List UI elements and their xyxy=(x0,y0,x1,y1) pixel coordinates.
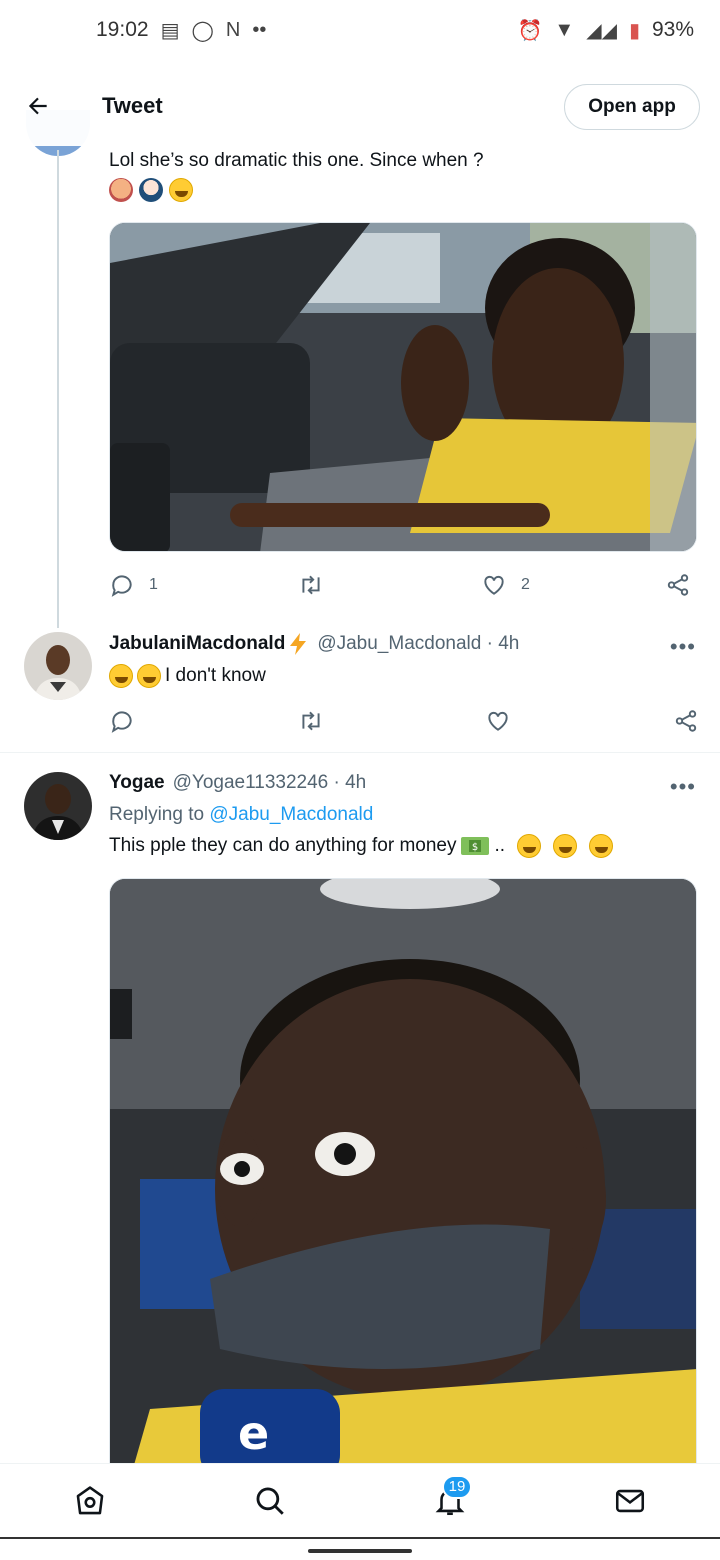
share-action[interactable] xyxy=(665,572,691,598)
avatar[interactable] xyxy=(24,772,92,840)
nav-search[interactable] xyxy=(240,1471,300,1531)
whatsapp-icon: ◯ xyxy=(191,19,214,42)
share-icon xyxy=(675,710,697,732)
like-count: 2 xyxy=(521,576,530,593)
battery-icon: ▮ xyxy=(628,19,640,42)
reply-action[interactable]: 1 xyxy=(109,572,297,598)
header: Tweet Open app xyxy=(0,66,720,146)
divider xyxy=(0,752,720,753)
tears-of-joy-emoji-icon xyxy=(109,664,133,688)
text-suffix: .. xyxy=(494,835,506,856)
home-indicator[interactable] xyxy=(0,1537,720,1560)
user-name[interactable]: Yogae xyxy=(109,772,165,794)
user-handle[interactable]: @Yogae11332246 · 4h xyxy=(173,772,367,794)
retweet-icon xyxy=(302,711,320,731)
like-icon xyxy=(484,575,504,595)
nav-notifications[interactable]: 19 xyxy=(420,1471,480,1531)
svg-text:$: $ xyxy=(472,842,478,853)
avatar[interactable] xyxy=(24,632,92,700)
svg-text:e: e xyxy=(238,1406,269,1460)
man-emoji-icon xyxy=(139,178,163,202)
grinning-emoji-icon xyxy=(553,834,578,858)
lightning-emoji-icon xyxy=(290,633,307,655)
tweet-text: Lol she’s so dramatic this one. Since wh… xyxy=(109,150,484,171)
nav-home[interactable] xyxy=(60,1471,120,1531)
wifi-icon: ▼ xyxy=(554,18,575,41)
reply1-actions xyxy=(109,706,699,736)
person-emoji-icon xyxy=(109,178,133,202)
more-notifications-icon: •• xyxy=(252,18,267,41)
user-handle[interactable]: @Jabu_Macdonald · 4h xyxy=(317,633,519,655)
battery-level: 93% xyxy=(651,18,694,41)
back-arrow-icon[interactable] xyxy=(20,88,56,124)
status-right: ⏰ ▼ ◢◢ ▮ 93% xyxy=(517,18,694,43)
money-emoji-icon: $ xyxy=(461,837,490,855)
reply1-header: JabulaniMacdonald @Jabu_Macdonald · 4h xyxy=(109,632,519,656)
signal-icon: ◢◢ xyxy=(586,19,617,42)
like-action[interactable] xyxy=(485,708,673,734)
alarm-icon: ⏰ xyxy=(517,19,543,42)
reply-icon xyxy=(111,575,132,597)
share-action[interactable] xyxy=(673,708,699,734)
nav-messages[interactable] xyxy=(600,1471,660,1531)
more-icon[interactable]: ••• xyxy=(670,634,696,660)
grinning-emoji-icon xyxy=(517,834,542,858)
tweet-actions: 1 2 xyxy=(109,570,699,600)
retweet-icon xyxy=(302,575,320,595)
tweet-image[interactable]: e xyxy=(109,878,697,1478)
reply1-text: I don't know xyxy=(109,664,266,688)
tears-of-joy-emoji-icon xyxy=(137,664,161,688)
retweet-action[interactable] xyxy=(297,708,485,734)
like-action[interactable]: 2 xyxy=(481,572,665,598)
tears-of-joy-emoji-icon xyxy=(169,178,193,202)
replying-to: Replying to @Jabu_Macdonald xyxy=(109,804,373,826)
search-icon xyxy=(256,1487,284,1515)
emoji-row xyxy=(109,178,193,202)
reply-icon xyxy=(111,711,132,733)
reply-action[interactable] xyxy=(109,708,297,734)
replying-prefix: Replying to xyxy=(109,804,210,825)
status-left: 19:02 ▤ ◯ N •• xyxy=(96,18,266,43)
notifications-badge: 19 xyxy=(442,1474,472,1499)
reply-text: This pple they can do anything for money xyxy=(109,835,457,856)
retweet-action[interactable] xyxy=(297,572,481,598)
thread-line xyxy=(57,150,59,628)
bottom-nav: 19 xyxy=(0,1463,720,1537)
mention-link[interactable]: @Jabu_Macdonald xyxy=(209,804,373,825)
reply-count: 1 xyxy=(149,576,158,593)
app-n-icon: N xyxy=(225,18,241,41)
home-icon xyxy=(76,1485,104,1514)
notification-icon: ▤ xyxy=(160,19,180,42)
open-app-button[interactable]: Open app xyxy=(564,84,700,130)
page-title: Tweet xyxy=(102,93,163,118)
reply2-text: This pple they can do anything for money… xyxy=(109,834,614,858)
reply2-header: Yogae @Yogae11332246 · 4h xyxy=(109,772,366,794)
share-icon xyxy=(667,574,689,596)
status-time: 19:02 xyxy=(96,18,149,41)
user-name[interactable]: JabulaniMacdonald xyxy=(109,633,285,655)
status-bar: 19:02 ▤ ◯ N •• ⏰ ▼ ◢◢ ▮ 93% xyxy=(0,0,720,60)
more-icon[interactable]: ••• xyxy=(670,774,696,800)
grinning-emoji-icon xyxy=(589,834,614,858)
like-icon xyxy=(488,711,508,731)
reply-text: I don't know xyxy=(165,665,266,686)
tweet-image[interactable] xyxy=(109,222,697,552)
messages-icon xyxy=(615,1489,645,1512)
